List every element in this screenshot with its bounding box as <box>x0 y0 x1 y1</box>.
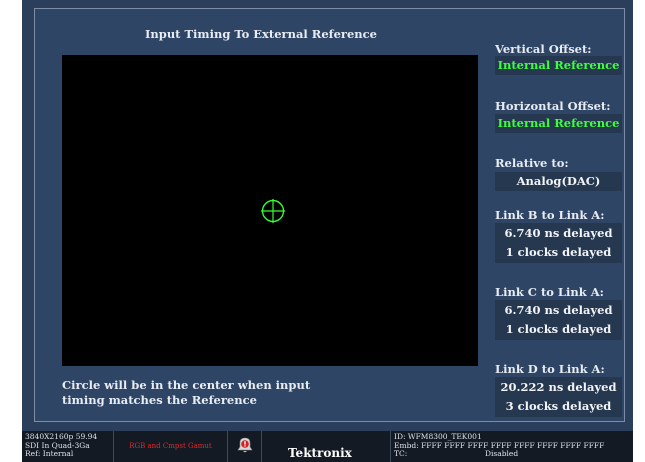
timing-footnote: Circle will be in the center when input … <box>62 378 362 408</box>
status-bar: 3840X2160p 59.94 SDI In Quad-3Ga Ref: In… <box>22 431 633 462</box>
horizontal-offset-label: Horizontal Offset: <box>495 99 611 113</box>
brand-area: Tektronix <box>262 431 390 462</box>
link-d-readout: 20.222 ns delayed 3 clocks delayed <box>495 377 622 417</box>
tektronix-logo: Tektronix <box>288 446 352 460</box>
timing-plot-area <box>62 55 478 366</box>
signal-format-readout: 3840X2160p 59.94 SDI In Quad-3Ga Ref: In… <box>22 431 114 462</box>
link-b-clocks: 1 clocks delayed <box>505 245 612 259</box>
link-c-label: Link C to Link A: <box>495 285 604 299</box>
link-d-ns: 20.222 ns delayed <box>500 380 617 394</box>
link-c-ns: 6.740 ns delayed <box>504 303 613 317</box>
horizontal-offset-text: Internal Reference <box>497 116 620 130</box>
footnote-line-2: timing matches the Reference <box>62 393 257 407</box>
alarm-bell-icon <box>237 437 253 453</box>
timecode-status: TC: Disabled <box>394 449 633 459</box>
instrument-info: ID: WFM8300_TEK001 Embd: FFFF FFFF FFFF … <box>390 431 633 462</box>
vertical-offset-text: Internal Reference <box>497 58 620 72</box>
gamut-alarm-status: RGB and Cmpst Gamut <box>114 431 228 462</box>
timing-crosshair-icon <box>261 199 285 223</box>
vertical-offset-value: Internal Reference <box>495 56 622 75</box>
timecode-value: Disabled <box>485 449 519 458</box>
link-b-label: Link B to Link A: <box>495 208 605 222</box>
footnote-line-1: Circle will be in the center when input <box>62 378 311 392</box>
waveform-monitor-screen: Input Timing To External Reference Circl… <box>22 0 633 462</box>
vertical-offset-label: Vertical Offset: <box>495 42 592 56</box>
relative-to-text: Analog(DAC) <box>516 174 601 188</box>
relative-to-value: Analog(DAC) <box>495 172 622 191</box>
link-d-clocks: 3 clocks delayed <box>505 399 612 413</box>
reference-source: Ref: Internal <box>25 449 74 458</box>
link-b-readout: 6.740 ns delayed 1 clocks delayed <box>495 223 622 263</box>
timecode-label: TC: <box>394 449 408 458</box>
link-d-label: Link D to Link A: <box>495 362 605 376</box>
link-c-clocks: 1 clocks delayed <box>505 322 612 336</box>
alarm-status <box>228 431 262 462</box>
link-c-readout: 6.740 ns delayed 1 clocks delayed <box>495 300 622 340</box>
link-b-ns: 6.740 ns delayed <box>504 226 613 240</box>
relative-to-label: Relative to: <box>495 156 569 170</box>
horizontal-offset-value: Internal Reference <box>495 114 622 133</box>
plot-title: Input Timing To External Reference <box>145 27 377 41</box>
